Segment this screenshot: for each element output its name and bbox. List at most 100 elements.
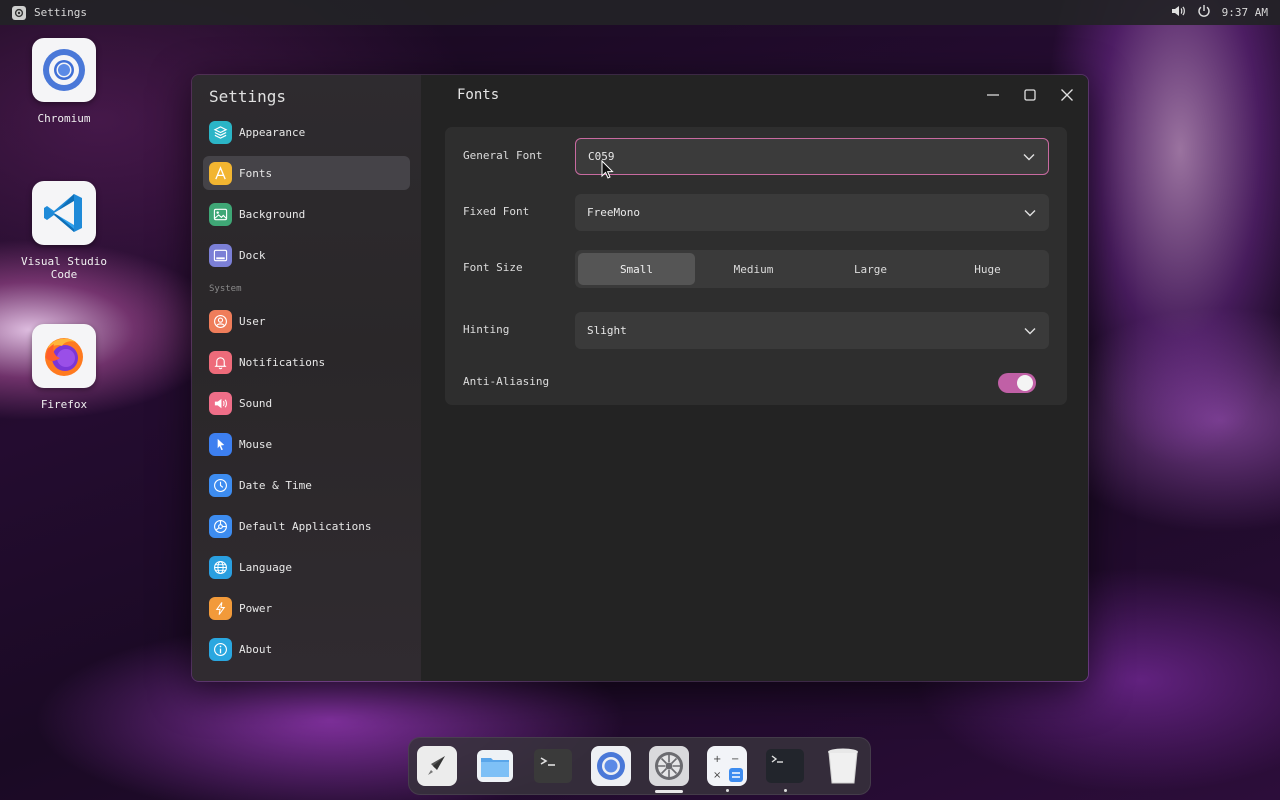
speaker-icon [209,391,232,415]
sidebar-item-sound[interactable]: Sound [203,386,410,420]
maximize-icon [1023,88,1036,101]
font-size-selector: Small Medium Large Huge [575,250,1049,288]
sidebar-item-fonts[interactable]: Fonts [203,156,410,190]
image-icon [209,202,232,226]
chromium-icon [591,746,631,786]
dock: + − × [408,737,871,795]
active-app-name[interactable]: Settings [34,6,87,19]
sidebar-item-power[interactable]: Power [203,591,410,625]
running-indicator [725,789,729,792]
page-title: Fonts [457,87,500,103]
font-size-medium[interactable]: Medium [695,253,812,285]
general-font-dropdown[interactable]: C059 [575,138,1049,175]
sidebar-item-label: Date & Time [239,478,312,492]
sidebar: Settings Appearance Fonts Background Doc… [192,75,421,681]
font-size-small[interactable]: Small [578,253,695,285]
top-bar: Settings 9:37 AM [0,0,1280,25]
antialiasing-label: Anti-Aliasing [463,375,550,388]
dock-chromium[interactable] [591,746,631,786]
launcher-icon [428,756,445,775]
dock-settings[interactable] [649,746,689,793]
sidebar-item-label: Background [239,207,306,221]
layers-icon [209,120,232,144]
user-icon [209,309,232,333]
clock-text[interactable]: 9:37 AM [1222,6,1268,19]
sidebar-item-language[interactable]: Language [203,550,410,584]
apps-icon [209,514,232,538]
sidebar-item-dock[interactable]: Dock [203,238,410,272]
pointer-icon [209,432,232,456]
sidebar-item-label: About [239,642,273,656]
firefox-icon [32,324,96,388]
running-indicator [655,790,683,793]
svg-text:−: − [731,754,739,765]
chevron-down-icon [1024,209,1036,216]
main-content: Fonts General Font C059 Fixed Font FreeM… [421,75,1088,681]
power-icon[interactable] [1196,3,1212,22]
chevron-down-icon [1024,327,1036,334]
dock-trash[interactable] [823,746,863,786]
sidebar-item-appearance[interactable]: Appearance [203,115,410,149]
hinting-dropdown[interactable]: Slight [575,312,1049,349]
sidebar-item-label: Fonts [239,166,273,180]
toggle-knob [1017,375,1033,391]
hinting-value: Slight [587,324,627,337]
desktop-icon-vscode[interactable]: Visual Studio Code [9,181,119,281]
desktop-icon-chromium[interactable]: Chromium [9,38,119,125]
trash-icon [828,748,858,784]
sidebar-item-date-time[interactable]: Date & Time [203,468,410,502]
sidebar-item-label: Default Applications [239,519,372,533]
sidebar-item-about[interactable]: About [203,632,410,666]
hinting-label: Hinting [463,323,510,336]
sidebar-item-background[interactable]: Background [203,197,410,231]
terminal-icon [534,749,572,783]
volume-icon[interactable] [1170,3,1186,22]
window-controls [981,83,1078,106]
desktop-icon-label: Chromium [37,112,91,125]
settings-app-icon[interactable] [12,5,26,20]
sidebar-item-notifications[interactable]: Notifications [203,345,410,379]
sidebar-item-label: User [239,314,266,328]
running-indicator [783,789,787,792]
fixed-font-value: FreeMono [587,206,640,219]
fonts-panel: General Font C059 Fixed Font FreeMono Fo… [445,127,1067,405]
font-size-large[interactable]: Large [812,253,929,285]
vscode-icon [32,181,96,245]
dock-terminal[interactable] [533,746,573,786]
sidebar-item-mouse[interactable]: Mouse [203,427,410,461]
terminal-icon [766,749,804,783]
minimize-button[interactable] [981,83,1004,106]
sidebar-item-label: Dock [239,248,266,262]
svg-text:+: + [713,754,721,765]
sidebar-item-user[interactable]: User [203,304,410,338]
antialiasing-toggle[interactable] [998,373,1036,393]
fixed-font-dropdown[interactable]: FreeMono [575,194,1049,231]
dock-calculator[interactable]: + − × [707,746,747,792]
dock-icon [209,243,232,267]
section-label-system: System [209,284,242,294]
desktop-icon-firefox[interactable]: Firefox [9,324,119,411]
dock-terminal-2[interactable] [765,746,805,792]
clock-icon [209,473,232,497]
font-icon [209,161,232,185]
settings-window: Settings Appearance Fonts Background Doc… [191,74,1089,682]
close-button[interactable] [1055,83,1078,106]
minimize-icon [986,93,999,96]
maximize-button[interactable] [1018,83,1041,106]
desktop-icon-label: Visual Studio Code [20,255,108,281]
sidebar-item-default-applications[interactable]: Default Applications [203,509,410,543]
chevron-down-icon [1023,153,1035,160]
sidebar-item-label: Power [239,601,273,615]
bell-icon [209,350,232,374]
globe-icon [209,555,232,579]
files-icon [477,750,513,782]
settings-icon [649,746,689,786]
fixed-font-label: Fixed Font [463,205,530,218]
sidebar-title: Settings [209,87,287,106]
sidebar-item-label: Language [239,560,292,574]
font-size-huge[interactable]: Huge [929,253,1046,285]
general-font-label: General Font [463,149,543,162]
dock-files[interactable] [475,746,515,786]
dock-launcher[interactable] [417,746,457,786]
calculator-icon: + −× [707,746,747,786]
